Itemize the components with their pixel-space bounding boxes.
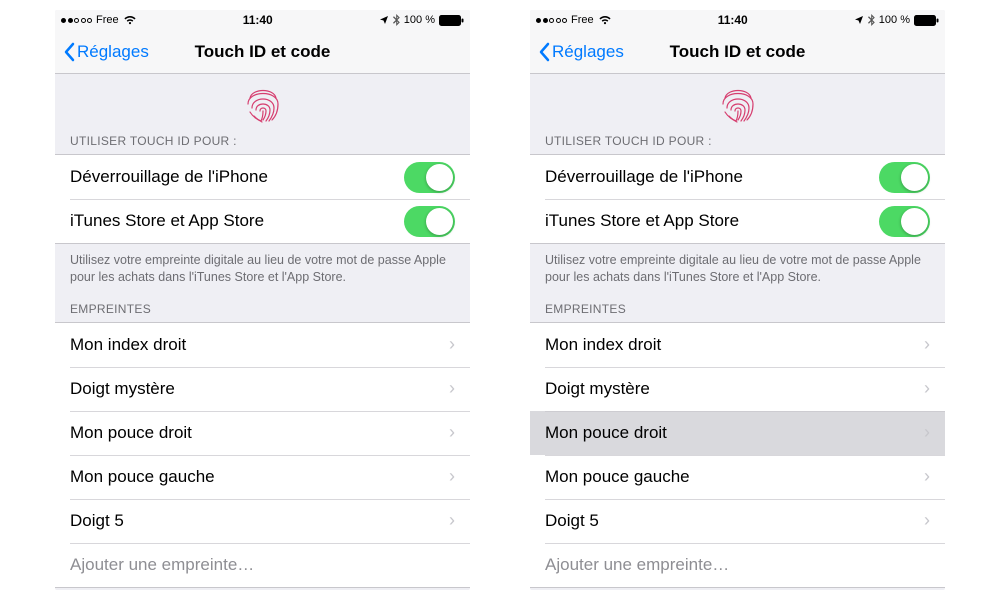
fingerprint-label: Mon index droit bbox=[70, 335, 449, 355]
section-header-fp: EMPREINTES bbox=[55, 296, 470, 322]
chevron-right-icon: › bbox=[924, 510, 930, 531]
row-label: iTunes Store et App Store bbox=[70, 211, 404, 231]
fingerprint-hero bbox=[530, 74, 945, 128]
fingerprint-hero bbox=[55, 74, 470, 128]
chevron-left-icon bbox=[63, 42, 75, 62]
fingerprint-label: Doigt mystère bbox=[70, 379, 449, 399]
row-fingerprint[interactable]: Mon pouce gauche› bbox=[530, 455, 945, 499]
group-use-touchid: Déverrouillage de l'iPhone iTunes Store … bbox=[530, 154, 945, 244]
row-fingerprint[interactable]: Doigt 5› bbox=[530, 499, 945, 543]
battery-icon bbox=[439, 15, 464, 26]
toggle-switch[interactable] bbox=[879, 162, 930, 193]
fingerprint-label: Mon pouce gauche bbox=[545, 467, 924, 487]
chevron-right-icon: › bbox=[449, 334, 455, 355]
chevron-right-icon: › bbox=[449, 378, 455, 399]
location-icon bbox=[854, 15, 864, 25]
row-unlock-iphone[interactable]: Déverrouillage de l'iPhone bbox=[530, 155, 945, 199]
signal-dots-icon bbox=[536, 18, 567, 23]
back-button[interactable]: Réglages bbox=[63, 42, 149, 62]
fingerprint-label: Mon pouce droit bbox=[70, 423, 449, 443]
chevron-right-icon: › bbox=[449, 510, 455, 531]
add-fingerprint-label: Ajouter une empreinte… bbox=[70, 555, 455, 575]
toggle-switch[interactable] bbox=[879, 206, 930, 237]
add-fingerprint-label: Ajouter une empreinte… bbox=[545, 555, 930, 575]
section-header-fp: EMPREINTES bbox=[530, 296, 945, 322]
fingerprint-icon bbox=[715, 78, 761, 124]
fingerprint-label: Mon pouce droit bbox=[545, 423, 924, 443]
status-time: 11:40 bbox=[718, 13, 748, 27]
back-button[interactable]: Réglages bbox=[538, 42, 624, 62]
row-unlock-iphone[interactable]: Déverrouillage de l'iPhone bbox=[55, 155, 470, 199]
row-label: Déverrouillage de l'iPhone bbox=[70, 167, 404, 187]
row-fingerprint[interactable]: Mon index droit› bbox=[530, 323, 945, 367]
row-add-fingerprint[interactable]: Ajouter une empreinte… bbox=[55, 543, 470, 587]
row-fingerprint[interactable]: Doigt 5› bbox=[55, 499, 470, 543]
battery-text: 100 % bbox=[879, 14, 910, 26]
toggle-switch[interactable] bbox=[404, 206, 455, 237]
chevron-right-icon: › bbox=[924, 466, 930, 487]
row-label: Déverrouillage de l'iPhone bbox=[545, 167, 879, 187]
row-fingerprint[interactable]: Mon index droit› bbox=[55, 323, 470, 367]
row-fingerprint[interactable]: Mon pouce droit› bbox=[55, 411, 470, 455]
chevron-right-icon: › bbox=[924, 378, 930, 399]
bluetooth-icon bbox=[393, 14, 400, 26]
fingerprint-label: Doigt 5 bbox=[545, 511, 924, 531]
row-fingerprint[interactable]: Mon pouce droit› bbox=[530, 411, 945, 455]
status-right: 100 % bbox=[854, 14, 939, 26]
section-footer-use: Utilisez votre empreinte digitale au lie… bbox=[530, 244, 945, 296]
status-right: 100 % bbox=[379, 14, 464, 26]
row-itunes-store[interactable]: iTunes Store et App Store bbox=[55, 199, 470, 243]
row-add-fingerprint[interactable]: Ajouter une empreinte… bbox=[530, 543, 945, 587]
row-label: iTunes Store et App Store bbox=[545, 211, 879, 231]
back-label: Réglages bbox=[552, 42, 624, 62]
toggle-switch[interactable] bbox=[404, 162, 455, 193]
row-fingerprint[interactable]: Mon pouce gauche› bbox=[55, 455, 470, 499]
row-fingerprint[interactable]: Doigt mystère› bbox=[530, 367, 945, 411]
carrier-label: Free bbox=[571, 14, 594, 26]
location-icon bbox=[379, 15, 389, 25]
section-header-use: UTILISER TOUCH ID POUR : bbox=[55, 128, 470, 154]
group-fingerprints-right: Mon index droit›Doigt mystère›Mon pouce … bbox=[530, 322, 945, 588]
phone-left: Free 11:40 100 % Réglages Touch ID et co… bbox=[55, 10, 470, 590]
section-header-use: UTILISER TOUCH ID POUR : bbox=[530, 128, 945, 154]
nav-bar: Réglages Touch ID et code bbox=[55, 30, 470, 74]
row-itunes-store[interactable]: iTunes Store et App Store bbox=[530, 199, 945, 243]
wifi-icon bbox=[598, 15, 612, 25]
fingerprint-label: Doigt 5 bbox=[70, 511, 449, 531]
fingerprint-label: Doigt mystère bbox=[545, 379, 924, 399]
back-label: Réglages bbox=[77, 42, 149, 62]
bluetooth-icon bbox=[868, 14, 875, 26]
fingerprint-label: Mon index droit bbox=[545, 335, 924, 355]
group-fingerprints-left: Mon index droit›Doigt mystère›Mon pouce … bbox=[55, 322, 470, 588]
status-left: Free bbox=[61, 14, 137, 26]
battery-text: 100 % bbox=[404, 14, 435, 26]
status-time: 11:40 bbox=[243, 13, 273, 27]
group-use-touchid: Déverrouillage de l'iPhone iTunes Store … bbox=[55, 154, 470, 244]
nav-bar: Réglages Touch ID et code bbox=[530, 30, 945, 74]
phone-right: Free 11:40 100 % Réglages Touch ID et co… bbox=[530, 10, 945, 590]
chevron-right-icon: › bbox=[924, 422, 930, 443]
chevron-right-icon: › bbox=[449, 466, 455, 487]
battery-icon bbox=[914, 15, 939, 26]
status-bar: Free 11:40 100 % bbox=[55, 10, 470, 30]
chevron-left-icon bbox=[538, 42, 550, 62]
status-left: Free bbox=[536, 14, 612, 26]
status-bar: Free 11:40 100 % bbox=[530, 10, 945, 30]
carrier-label: Free bbox=[96, 14, 119, 26]
chevron-right-icon: › bbox=[449, 422, 455, 443]
row-fingerprint[interactable]: Doigt mystère› bbox=[55, 367, 470, 411]
wifi-icon bbox=[123, 15, 137, 25]
section-footer-use: Utilisez votre empreinte digitale au lie… bbox=[55, 244, 470, 296]
signal-dots-icon bbox=[61, 18, 92, 23]
fingerprint-icon bbox=[240, 78, 286, 124]
fingerprint-label: Mon pouce gauche bbox=[70, 467, 449, 487]
chevron-right-icon: › bbox=[924, 334, 930, 355]
